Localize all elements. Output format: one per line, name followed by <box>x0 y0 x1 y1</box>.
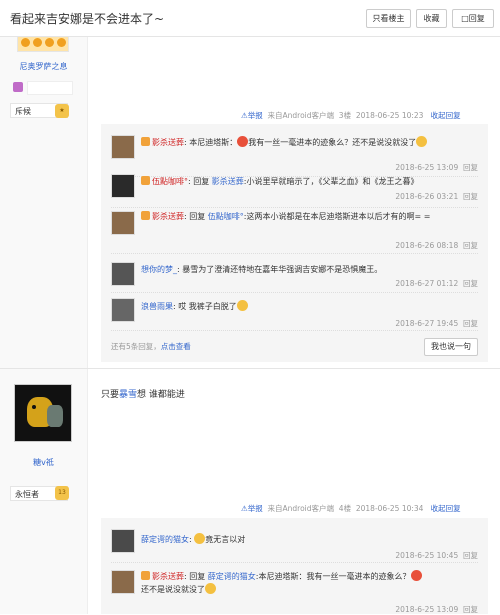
post4-author-name[interactable]: 糖v祗 <box>0 457 87 468</box>
post3-reply-box: 影杀送葬: 本尼迪塔斯： 我有一丝一毫进本的迹象么？还不是说没就没了 2018-6… <box>101 124 488 362</box>
only-op-button[interactable]: 只看楼主 <box>366 9 411 28</box>
list-item: 薛定谔的猫女: 竟无言以对 2018-6-25 10:45 回复 <box>111 527 478 567</box>
reply-button[interactable]: □回复 <box>452 9 494 28</box>
reply-user[interactable]: 伍點咖啡° <box>152 177 188 186</box>
reply-action[interactable]: 回复 <box>463 241 478 250</box>
emoji-icon <box>410 570 422 581</box>
collapse-replies-link[interactable]: 收起回复 <box>431 504 461 513</box>
rank-star-icon: ★ <box>55 104 69 118</box>
thread-title: 看起来吉安娜是不会进本了~ <box>10 12 165 26</box>
avatar[interactable] <box>111 211 135 235</box>
say-one-button[interactable]: 我也说一句 <box>424 338 478 356</box>
emoji-icon <box>416 136 428 147</box>
reply-button-label: 回复 <box>468 14 485 23</box>
reply-user[interactable]: 影杀送葬 <box>152 138 184 147</box>
avatar[interactable] <box>111 135 135 159</box>
reply-date: 2018-6-27 01:12 回复 <box>395 279 478 288</box>
reply-text: 影杀送葬: 本尼迪塔斯： 我有一丝一毫进本的迹象么？还不是说没就没了 <box>141 136 481 149</box>
reply-action[interactable]: 回复 <box>463 192 478 201</box>
collapse-replies-link[interactable]: 收起回复 <box>431 111 461 120</box>
vip-badge-icon <box>141 176 150 185</box>
floor-label: 4楼 <box>338 504 352 513</box>
reply-target[interactable]: 薛定谔的猫女 <box>208 572 256 581</box>
divider <box>111 253 478 254</box>
vip-badge-icon <box>141 137 150 146</box>
post4-avatar[interactable] <box>14 384 72 442</box>
emoji-icon <box>236 300 248 311</box>
reply-user[interactable]: 影杀送葬 <box>152 572 184 581</box>
post3-author-name[interactable]: 尼奥罗萨之息 <box>0 61 87 72</box>
reply-text: 伍點咖啡°: 回复 影杀送葬:小说里早就暗示了，《父辈之血》和《龙王之暮》 <box>141 176 481 188</box>
floor-label: 3楼 <box>338 111 352 120</box>
post3-meta: ⚠举报 来自Android客户端 3楼 2018-06-25 10:23 收起回… <box>241 110 461 121</box>
vip-badge-icon <box>141 571 150 580</box>
reply-date: 2018-6-26 08:18 回复 <box>395 241 478 250</box>
reply-user[interactable]: 影杀送葬 <box>152 212 184 221</box>
post-datetime: 2018-06-25 10:23 <box>355 111 424 120</box>
reply-user[interactable]: 浪兽雨果 <box>141 302 173 311</box>
comment-icon: □ <box>461 14 469 23</box>
divider <box>111 292 478 293</box>
list-item: 影杀送葬: 回复 伍點咖啡°:这两本小说都是在本尼迪塔斯进本以后才有的啊= = … <box>111 209 478 257</box>
client-label: 来自Android客户端 <box>267 504 335 513</box>
list-item: 影杀送葬: 回复 薛定谔的猫女:本尼迪塔斯：我有一丝一毫进本的迹象么？ 还不是说没… <box>111 568 478 614</box>
divider <box>111 330 478 331</box>
client-label: 来自Android客户端 <box>267 111 335 120</box>
avatar[interactable] <box>111 529 135 553</box>
medal-bar <box>27 81 73 95</box>
reply-action[interactable]: 回复 <box>463 319 478 328</box>
report-link[interactable]: ⚠举报 <box>241 111 263 120</box>
reply-date: 2018-6-26 03:21 回复 <box>395 192 478 201</box>
post4-body: 只要暴雪想 谁都能进 <box>101 390 185 400</box>
emoji-icon <box>237 136 249 147</box>
post4-rank-label: 永恒者 <box>15 490 39 499</box>
reply-text: 薛定谔的猫女: 竟无言以对 <box>141 533 246 544</box>
avatar[interactable] <box>111 262 135 286</box>
list-item: 伍點咖啡°: 回复 影杀送葬:小说里早就暗示了，《父辈之血》和《龙王之暮》 20… <box>111 172 478 212</box>
reply-user[interactable]: 想你的梦_ <box>141 265 177 274</box>
avatar[interactable] <box>111 174 135 198</box>
medal-icon <box>13 82 23 92</box>
report-link[interactable]: ⚠举报 <box>241 504 263 513</box>
post-datetime: 2018-06-25 10:34 <box>355 504 424 513</box>
reply-action[interactable]: 回复 <box>463 163 478 172</box>
post4-meta: ⚠举报 来自Android客户端 4楼 2018-06-25 10:34 收起回… <box>241 503 461 514</box>
list-item: 影杀送葬: 本尼迪塔斯： 我有一丝一毫进本的迹象么？还不是说没就没了 2018-6… <box>111 133 478 177</box>
list-item: 浪兽雨果: 哎 我裤子白脱了 2018-6-27 19:45 回复 <box>111 296 478 332</box>
reply-action[interactable]: 回复 <box>463 551 478 560</box>
topic-link[interactable]: 暴雪 <box>119 390 137 400</box>
reply-user[interactable]: 薛定谔的猫女 <box>141 535 189 544</box>
post3-rank-label: 斥候 <box>15 107 31 116</box>
divider <box>111 562 478 563</box>
divider <box>111 207 478 208</box>
rank-level-badge: 13 <box>55 486 69 500</box>
view-more-link[interactable]: 点击查看 <box>161 342 191 351</box>
avatar[interactable] <box>111 298 135 322</box>
reply-action[interactable]: 回复 <box>463 605 478 614</box>
post4-reply-box: 薛定谔的猫女: 竟无言以对 2018-6-25 10:45 回复 影杀送葬: 回… <box>101 518 488 614</box>
reply-text: 浪兽雨果: 哎 我裤子白脱了 <box>141 300 481 313</box>
emoji-icon <box>194 533 206 544</box>
reply-date: 2018-6-27 19:45 回复 <box>395 319 478 328</box>
more-replies: 还有5条回复，点击查看 <box>111 342 191 351</box>
reply-text: 想你的梦_: 暴雪为了澄清还特地在嘉年华强调吉安娜不是恐惧魔王。 <box>141 265 383 274</box>
reply-text: 影杀送葬: 回复 伍點咖啡°:这两本小说都是在本尼迪塔斯进本以后才有的啊= = <box>141 211 481 223</box>
reply-target[interactable]: 影杀送葬 <box>212 177 244 186</box>
reply-target[interactable]: 伍點咖啡° <box>208 212 244 221</box>
reply-date: 2018-6-25 13:09 回复 <box>395 605 478 614</box>
emoji-icon <box>205 583 216 594</box>
vip-badge-icon <box>141 211 150 220</box>
avatar[interactable] <box>111 570 135 594</box>
post3-avatar[interactable] <box>17 36 69 52</box>
collect-button[interactable]: 收藏 <box>416 9 447 28</box>
thread-header: 看起来吉安娜是不会进本了~ 只看楼主 收藏 □回复 <box>0 0 500 37</box>
reply-action[interactable]: 回复 <box>463 279 478 288</box>
reply-date: 2018-6-25 10:45 回复 <box>395 551 478 560</box>
list-item: 想你的梦_: 暴雪为了澄清还特地在嘉年华强调吉安娜不是恐惧魔王。 2018-6-… <box>111 260 478 296</box>
reply-text: 影杀送葬: 回复 薛定谔的猫女:本尼迪塔斯：我有一丝一毫进本的迹象么？ 还不是说没… <box>141 570 481 596</box>
